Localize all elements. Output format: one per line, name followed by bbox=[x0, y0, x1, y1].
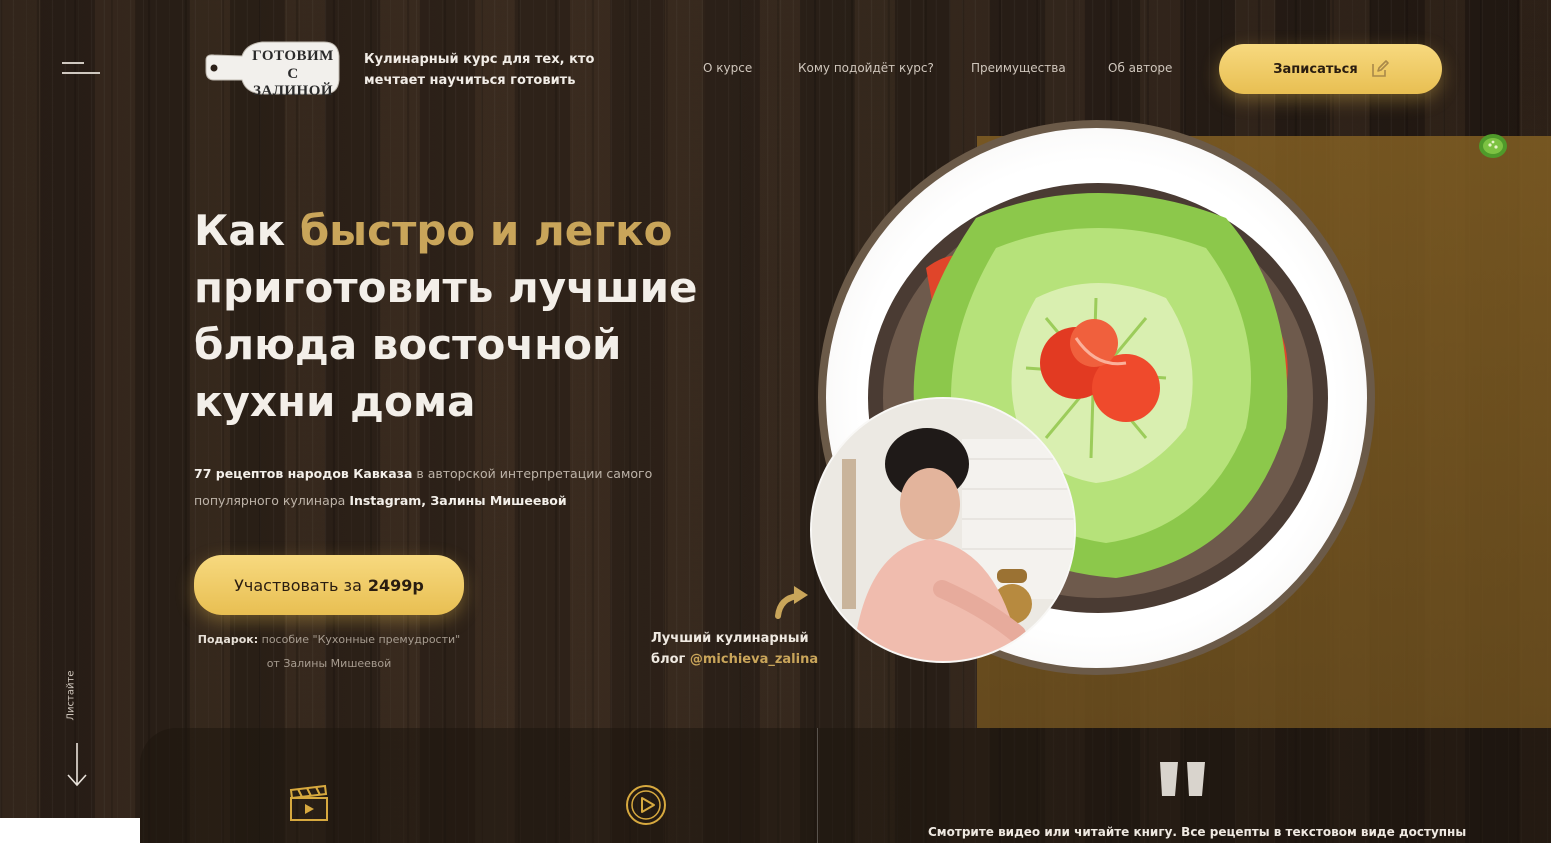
participate-button-label: Участвовать за bbox=[234, 575, 362, 595]
divider bbox=[817, 728, 818, 843]
curved-arrow-icon bbox=[775, 586, 808, 619]
participate-button[interactable]: Участвовать за 2499р bbox=[194, 555, 464, 615]
quote-icon bbox=[1160, 762, 1205, 796]
logo-line-1: ГОТОВИМ bbox=[252, 48, 334, 64]
corner-overlay bbox=[0, 818, 140, 843]
play-icon bbox=[626, 785, 666, 825]
headline-part-1: Как bbox=[194, 206, 300, 255]
participate-button-price: 2499р bbox=[367, 575, 424, 595]
subtitle-bold-1: 77 рецептов народов Кавказа bbox=[194, 466, 413, 481]
hero-subtitle: 77 рецептов народов Кавказа в авторской … bbox=[194, 460, 734, 514]
edit-icon bbox=[1372, 60, 1389, 77]
headline-highlight: быстро и легко bbox=[299, 206, 673, 255]
gift-note: Подарок: пособие "Кухонные премудрости" … bbox=[194, 628, 464, 676]
gift-label: Подарок: bbox=[197, 633, 259, 646]
logo[interactable]: ГОТОВИМ С ЗАЛИНОЙ bbox=[202, 38, 342, 99]
headline-part-2: приготовить лучшие блюда восточной кухни… bbox=[194, 263, 698, 426]
bottom-text: Смотрите видео или читайте книгу. Все ре… bbox=[928, 825, 1467, 839]
clapperboard-icon bbox=[289, 784, 328, 821]
pepper-icon bbox=[1479, 134, 1507, 158]
hero-headline: Как быстро и легко приготовить лучшие бл… bbox=[194, 202, 754, 430]
menu-icon[interactable] bbox=[62, 62, 102, 76]
nav-about-author[interactable]: Об авторе bbox=[1108, 61, 1172, 75]
subtitle-bold-2: Instagram, Залины Мишеевой bbox=[349, 493, 567, 508]
nav-about-course[interactable]: О курсе bbox=[703, 61, 752, 75]
author-photo bbox=[810, 397, 1076, 663]
blog-line-1: Лучший кулинарный bbox=[651, 631, 809, 646]
author-blog-caption: Лучший кулинарный блог @michieva_zalina bbox=[651, 628, 818, 670]
nav-who-fits[interactable]: Кому подойдёт курс? bbox=[798, 61, 934, 75]
author-illustration bbox=[812, 399, 1074, 661]
signup-button[interactable]: Записаться bbox=[1219, 44, 1442, 94]
scroll-label: Листайте bbox=[65, 670, 77, 721]
nav-advantages[interactable]: Преимущества bbox=[971, 61, 1066, 75]
logo-line-2: С ЗАЛИНОЙ bbox=[252, 66, 334, 99]
blog-handle-link[interactable]: @michieva_zalina bbox=[690, 652, 818, 667]
arrow-down-icon[interactable] bbox=[66, 742, 88, 788]
blog-prefix: блог bbox=[651, 652, 690, 667]
scroll-hint[interactable]: Листайте bbox=[60, 668, 96, 728]
signup-button-label: Записаться bbox=[1273, 61, 1358, 77]
gift-text: пособие "Кухонные премудрости" от Залины… bbox=[258, 633, 461, 670]
tagline: Кулинарный курс для тех, кто мечтает нау… bbox=[364, 52, 595, 88]
